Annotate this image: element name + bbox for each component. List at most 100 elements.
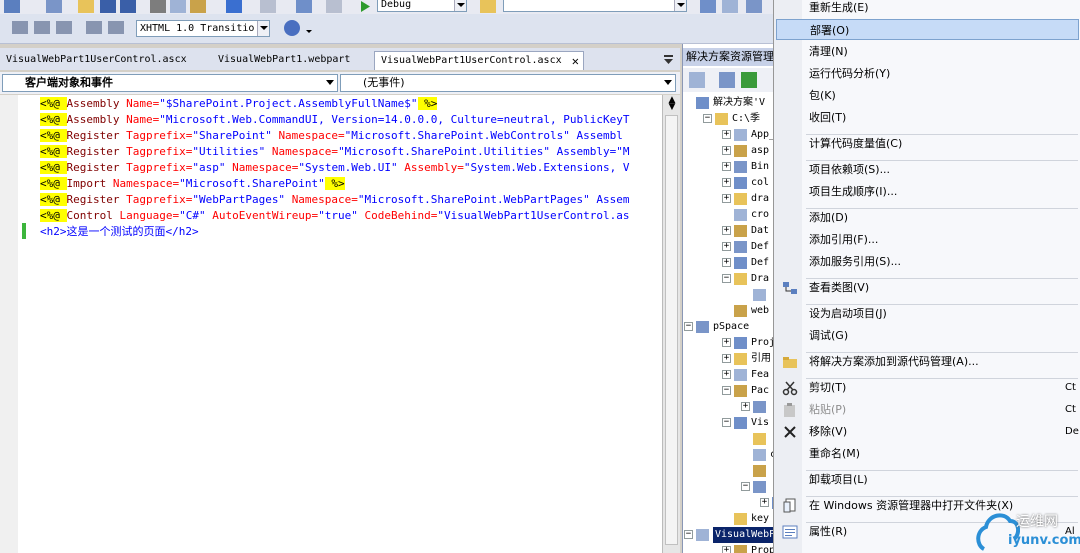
split-handle-icon[interactable]: ▲ ▼ (666, 96, 678, 112)
start-debugging-icon[interactable] (358, 0, 374, 13)
tree-node-label[interactable]: App_ (751, 127, 775, 143)
expand-icon[interactable]: + (741, 402, 750, 411)
expand-icon[interactable]: + (722, 258, 731, 267)
collapse-icon[interactable]: − (722, 274, 731, 283)
expand-icon[interactable]: + (722, 146, 731, 155)
code-line[interactable]: <%@ Assembly Name="Microsoft.Web.Command… (40, 112, 629, 128)
menu-item[interactable]: 添加引用(F)... (776, 229, 1079, 250)
expand-icon[interactable]: + (722, 194, 731, 203)
code-line[interactable]: <%@ Register Tagprefix="Utilities" Names… (40, 144, 629, 160)
undo-icon[interactable] (226, 0, 242, 13)
menu-item[interactable]: 重新生成(E) (776, 0, 1079, 18)
forward-icon[interactable] (326, 0, 342, 13)
code-editor[interactable]: <%@ Assembly Name="$SharePoint.Project.A… (0, 95, 662, 553)
menu-item[interactable]: 计算代码度量值(C) (776, 133, 1079, 154)
cut-icon[interactable] (150, 0, 166, 13)
browser-check-icon[interactable] (284, 20, 300, 36)
scrollbar-thumb[interactable] (665, 115, 678, 545)
find-combo[interactable] (503, 0, 687, 12)
redo-icon[interactable] (260, 0, 276, 13)
menu-item[interactable]: 项目依赖项(S)... (776, 159, 1079, 180)
menu-item[interactable]: 收回(T) (776, 107, 1079, 128)
menu-item[interactable]: 调试(G) (776, 325, 1079, 346)
menu-item[interactable]: 添加(D) (776, 207, 1079, 228)
open-file-icon[interactable] (78, 0, 94, 13)
collapse-icon[interactable]: − (703, 114, 712, 123)
expand-icon[interactable]: + (722, 226, 731, 235)
format-icon[interactable] (56, 21, 72, 34)
editor-vertical-scrollbar[interactable]: ▲ ▼ (662, 95, 680, 553)
menu-item[interactable]: 重命名(M) (776, 443, 1079, 464)
copy-icon[interactable] (170, 0, 186, 13)
collapse-icon[interactable]: − (741, 482, 750, 491)
client-objects-events-combo[interactable]: 客户端对象和事件 (2, 74, 338, 92)
tree-node-label[interactable]: Dat (751, 223, 769, 239)
tab-list-icon[interactable] (662, 53, 676, 65)
outdent-icon[interactable] (12, 21, 28, 34)
tree-node-label[interactable]: pSpace (713, 319, 749, 335)
expand-icon[interactable]: + (722, 338, 731, 347)
properties-window-icon[interactable] (746, 0, 762, 13)
comment-icon[interactable] (86, 21, 102, 34)
tree-node-label[interactable]: dra (751, 191, 769, 207)
tree-node-label[interactable]: Def (751, 255, 769, 271)
tree-node-label[interactable]: key (751, 511, 769, 527)
menu-item[interactable]: 查看类图(V) (776, 277, 1079, 298)
tree-node-label[interactable]: 解决方案'V (713, 95, 765, 111)
menu-item[interactable]: 粘贴(P) Ct (776, 399, 1079, 420)
code-line[interactable]: <%@ Register Tagprefix="WebPartPages" Na… (40, 192, 629, 208)
tree-node-label[interactable]: Fea (751, 367, 769, 383)
code-line[interactable]: <h2>这是一个测试的页面</h2> (40, 224, 199, 240)
tree-node-label[interactable]: C:\季 (732, 111, 760, 127)
menu-item[interactable]: 设为启动项目(J) (776, 303, 1079, 324)
tree-node-label[interactable]: col (751, 175, 769, 191)
menu-item[interactable]: 剪切(T) Ct (776, 377, 1079, 398)
collapse-icon[interactable]: − (722, 386, 731, 395)
save-icon[interactable] (100, 0, 116, 13)
save-all-icon[interactable] (120, 0, 136, 13)
tree-node-label[interactable]: Pac (751, 383, 769, 399)
menu-item[interactable]: 卸载项目(L) (776, 469, 1079, 490)
menu-item[interactable]: 添加服务引用(S)... (776, 251, 1079, 272)
tree-node-label[interactable]: 引用 (751, 351, 771, 367)
code-line[interactable]: <%@ Register Tagprefix="SharePoint" Name… (40, 128, 623, 144)
tab-webpart[interactable]: VisualWebPart1.webpart (212, 51, 356, 70)
code-line[interactable]: <%@ Control Language="C#" AutoEventWireu… (40, 208, 629, 224)
uncomment-icon[interactable] (108, 21, 124, 34)
expand-icon[interactable]: + (722, 546, 731, 553)
tree-node-label[interactable]: asp (751, 143, 769, 159)
expand-icon[interactable]: + (722, 162, 731, 171)
tree-node-label[interactable]: Dra (751, 271, 769, 287)
properties-icon[interactable] (689, 72, 705, 88)
solution-explorer-icon[interactable] (722, 0, 738, 13)
code-line[interactable]: <%@ Assembly Name="$SharePoint.Project.A… (40, 96, 438, 112)
code-line[interactable]: <%@ Register Tagprefix="asp" Namespace="… (40, 160, 629, 176)
expand-icon[interactable]: + (722, 354, 731, 363)
toolbar-options-icon[interactable] (304, 20, 314, 36)
menu-item[interactable]: 项目生成顺序(I)... (776, 181, 1079, 202)
indent-icon[interactable] (34, 21, 50, 34)
solution-config-combo[interactable]: Debug (377, 0, 467, 12)
expand-icon[interactable]: + (722, 242, 731, 251)
tree-node-label[interactable]: Proj (751, 335, 775, 351)
new-project-icon[interactable] (4, 0, 20, 13)
expand-icon[interactable]: + (722, 130, 731, 139)
tree-node-label[interactable]: Vis (751, 415, 769, 431)
navigate-icon[interactable] (296, 0, 312, 13)
tree-node-label[interactable]: cro (751, 207, 769, 223)
tab-usercontrol-ascx-active[interactable]: VisualWebPart1UserControl.ascx ✕ (374, 51, 584, 70)
menu-item[interactable]: 移除(V) De (776, 421, 1079, 442)
find-icon[interactable] (480, 0, 496, 13)
menu-item[interactable]: 将解决方案添加到源代码管理(A)... (776, 351, 1079, 372)
paste-icon[interactable] (190, 0, 206, 13)
collapse-icon[interactable]: − (722, 418, 731, 427)
tree-node-label[interactable]: Def (751, 239, 769, 255)
tree-node-label[interactable]: Bin (751, 159, 769, 175)
events-combo[interactable]: (无事件) (340, 74, 676, 92)
menu-item[interactable]: 运行代码分析(Y) (776, 63, 1079, 84)
collapse-icon[interactable]: − (684, 530, 693, 539)
expand-icon[interactable]: + (722, 370, 731, 379)
code-line[interactable]: <%@ Import Namespace="Microsoft.SharePoi… (40, 176, 345, 192)
menu-item[interactable]: 包(K) (776, 85, 1079, 106)
show-all-files-icon[interactable] (719, 72, 735, 88)
